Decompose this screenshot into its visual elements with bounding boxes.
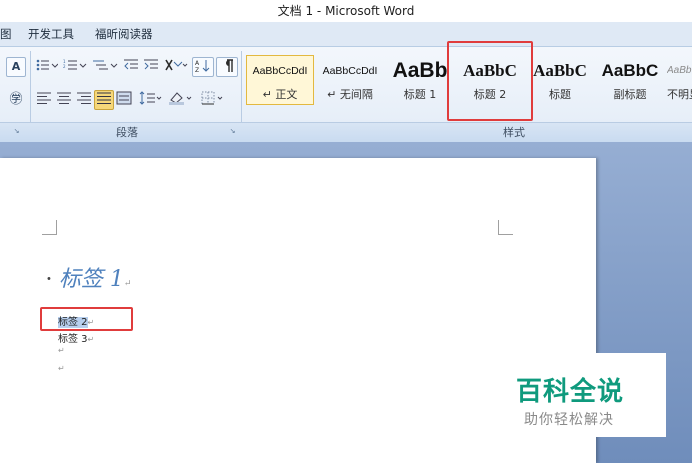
watermark-subtitle: 助你轻松解决	[524, 412, 614, 428]
styles-group-label: 样式	[503, 126, 525, 139]
distributed-align-icon[interactable]	[114, 90, 134, 110]
style-preview: AaBbC	[601, 61, 659, 80]
style-name: 不明显	[667, 88, 692, 101]
chinese-layout-icon[interactable]	[162, 57, 190, 77]
multilevel-list-icon[interactable]	[90, 57, 120, 77]
heading-2-highlight	[447, 41, 533, 121]
title-bar: 文档 1 - Microsoft Word	[0, 0, 692, 22]
style-name: 标题	[549, 88, 571, 101]
style-name: ↵ 正文	[262, 88, 298, 101]
window-title: 文档 1 - Microsoft Word	[277, 4, 415, 18]
numbering-icon[interactable]: 12	[61, 57, 89, 77]
margin-corner-mark	[42, 220, 57, 235]
paragraph-mark: ↵	[87, 335, 95, 344]
increase-indent-icon[interactable]	[141, 57, 161, 77]
svg-text:2: 2	[63, 64, 66, 69]
ribbon: A ㊫ 12 AZ AaBbCcDdI ↵ 正文 AaBbCcDdI ↵ 无间隔…	[0, 47, 692, 142]
style-name: ↵ 无间隔	[327, 88, 373, 101]
paragraph-mark: ↵	[123, 279, 132, 289]
sort-icon[interactable]: AZ	[192, 57, 214, 77]
align-left-icon[interactable]	[34, 90, 54, 110]
align-center-icon[interactable]	[54, 90, 74, 110]
svg-text:Z: Z	[195, 67, 199, 74]
style-no-spacing[interactable]: AaBbCcDdI ↵ 无间隔	[316, 55, 384, 105]
decrease-indent-icon[interactable]	[121, 57, 141, 77]
margin-corner-mark	[498, 220, 513, 235]
line-text: 标签 1	[58, 267, 124, 292]
body-line[interactable]: 标签 3↵	[58, 330, 94, 345]
style-preview: AaBb	[392, 59, 448, 82]
style-subtitle[interactable]: AaBbC 副标题	[596, 55, 664, 105]
paragraph-mark: ↵	[58, 364, 65, 373]
paragraph-group-label: 段落	[116, 126, 138, 139]
char-border-button[interactable]: A	[6, 57, 26, 77]
tab-foxit-reader[interactable]: 福昕阅读器	[95, 22, 153, 46]
paragraph-mark: ↵	[58, 346, 65, 355]
style-title[interactable]: AaBbC 标题	[526, 55, 594, 105]
ribbon-tab-bar: 图 开发工具 福昕阅读器	[0, 22, 692, 47]
tab-developer[interactable]: 开发工具	[28, 22, 74, 46]
line-text: 标签 3	[58, 334, 88, 345]
enclose-characters-button[interactable]: ㊫	[6, 90, 26, 110]
shading-icon[interactable]	[166, 90, 196, 110]
style-heading-1[interactable]: AaBb 标题 1	[386, 55, 454, 105]
watermark-title: 百科全说	[516, 377, 625, 407]
svg-text:A: A	[195, 60, 200, 67]
paragraph-dialog-launcher-icon[interactable]: ↘	[228, 127, 237, 136]
heading-1-line[interactable]: • 标签 1↵	[46, 261, 131, 293]
style-preview: AaBbCcDdI	[322, 65, 378, 77]
selected-text-highlight	[40, 307, 133, 331]
style-normal[interactable]: AaBbCcDdI ↵ 正文	[246, 55, 314, 105]
style-name: 标题 1	[403, 88, 437, 101]
empty-line[interactable]: ↵	[58, 346, 65, 355]
justify-icon[interactable]	[94, 90, 114, 110]
style-preview: AaBb	[667, 65, 692, 76]
style-preview: AaBbCcDdI	[252, 65, 308, 77]
group-label-row: ↘ 段落 ↘ 样式	[0, 122, 692, 142]
style-subtle-emphasis[interactable]: AaBb 不明显	[666, 55, 692, 105]
line-spacing-icon[interactable]	[137, 90, 165, 110]
borders-icon[interactable]	[198, 90, 228, 110]
tab-view-partial[interactable]: 图	[0, 22, 12, 46]
show-formatting-marks-icon[interactable]	[216, 57, 238, 77]
watermark: 百科全说 助你轻松解决	[506, 353, 666, 437]
font-dialog-launcher-icon[interactable]: ↘	[12, 127, 21, 136]
style-preview: AaBbC	[533, 61, 587, 80]
style-name: 副标题	[613, 88, 647, 101]
list-bullet-icon: •	[46, 274, 52, 286]
align-right-icon[interactable]	[74, 90, 94, 110]
bullets-icon[interactable]	[34, 57, 60, 77]
empty-line[interactable]: ↵	[58, 364, 65, 373]
